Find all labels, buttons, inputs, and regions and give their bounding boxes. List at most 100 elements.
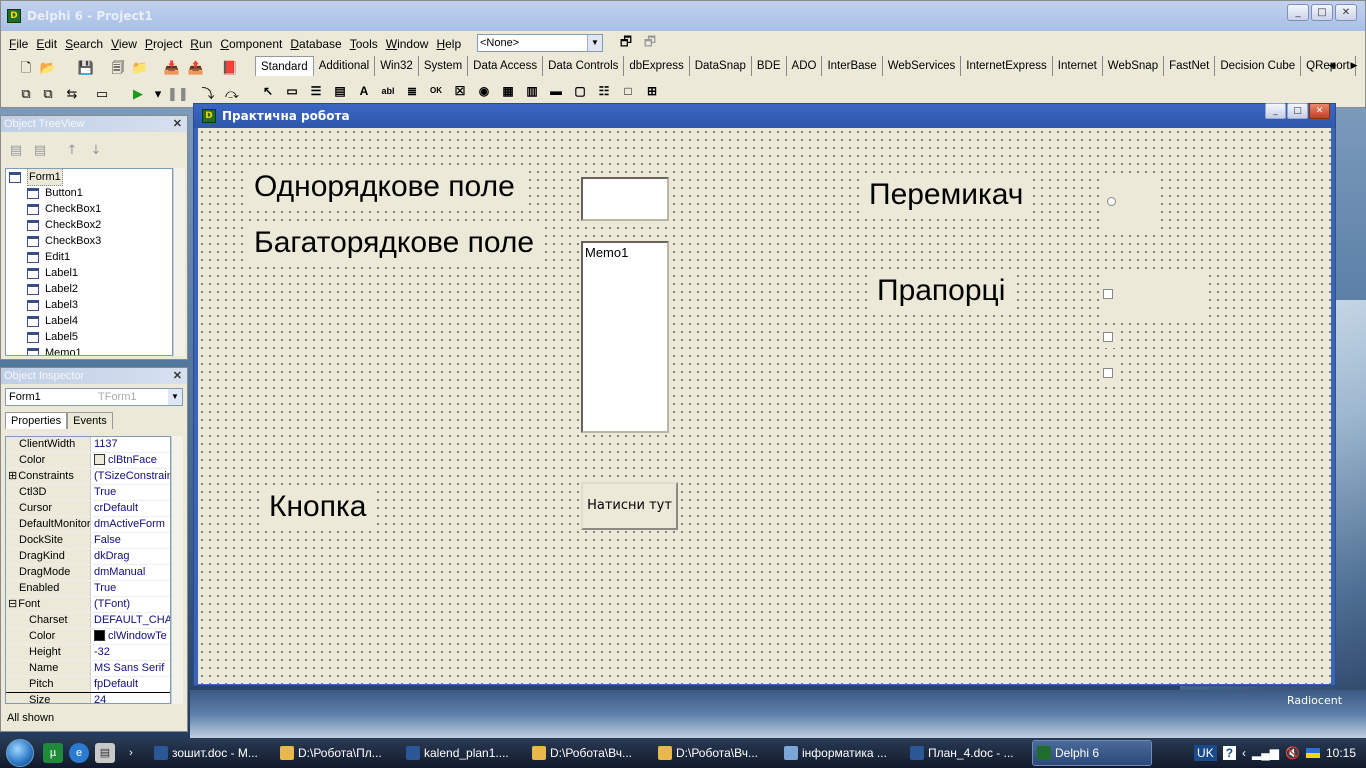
property-value[interactable]: (TSizeConstrain bbox=[91, 469, 170, 484]
property-value[interactable]: crDefault bbox=[91, 501, 170, 516]
palette-tab-webservices[interactable]: WebServices bbox=[883, 56, 962, 76]
open-project-icon[interactable]: 📁 bbox=[131, 60, 149, 78]
taskbar-item[interactable]: План_4.doc - ... bbox=[906, 740, 1030, 766]
property-value[interactable]: True bbox=[91, 581, 170, 596]
volume-muted-icon[interactable]: 🔇 bbox=[1285, 746, 1300, 760]
palette-tab-data-access[interactable]: Data Access bbox=[468, 56, 544, 76]
form-minimize-button[interactable]: _ bbox=[1265, 103, 1286, 119]
property-value[interactable]: DEFAULT_CHA bbox=[91, 613, 170, 628]
palette-tab-internetexpress[interactable]: InternetExpress bbox=[961, 56, 1053, 76]
palette-tab-ado[interactable]: ADO bbox=[787, 56, 823, 76]
checkbox-3[interactable] bbox=[1101, 362, 1121, 384]
menu-component[interactable]: Component bbox=[216, 37, 286, 51]
taskbar-item[interactable]: D:\Робота\Вч... bbox=[528, 740, 652, 766]
label-flags[interactable]: Прапорці bbox=[869, 272, 1014, 310]
palette-tab-websnap[interactable]: WebSnap bbox=[1103, 56, 1165, 76]
pause-icon[interactable]: ❚❚ bbox=[167, 86, 189, 104]
palette-scroll-left-icon[interactable]: ◀ bbox=[1323, 57, 1341, 75]
label-single-line[interactable]: Однорядкове поле bbox=[246, 168, 523, 206]
checkbox-2[interactable] bbox=[1101, 326, 1121, 348]
taskbar-item[interactable]: інформатика ... bbox=[780, 740, 904, 766]
property-value[interactable]: clBtnFace bbox=[91, 453, 170, 468]
save-all-icon[interactable]: 🗐 bbox=[109, 60, 127, 78]
property-row[interactable]: Cursor crDefault bbox=[6, 501, 170, 517]
open-icon[interactable]: 📂 bbox=[39, 60, 57, 78]
menu-search[interactable]: Search bbox=[61, 37, 107, 51]
groupbox-component-icon[interactable]: ▢ bbox=[571, 82, 589, 100]
chevron-down-icon[interactable]: ▼ bbox=[168, 389, 182, 405]
palette-tab-additional[interactable]: Additional bbox=[314, 56, 376, 76]
property-row[interactable]: Pitch fpDefault bbox=[6, 677, 170, 693]
property-value[interactable]: 24 bbox=[91, 693, 170, 703]
panel-component-icon[interactable]: □ bbox=[619, 82, 637, 100]
property-value[interactable]: dmManual bbox=[91, 565, 170, 580]
palette-tab-decision-cube[interactable]: Decision Cube bbox=[1215, 56, 1302, 76]
property-row[interactable]: Charset DEFAULT_CHA bbox=[6, 613, 170, 629]
checkbox-1[interactable] bbox=[1101, 269, 1203, 319]
property-row[interactable]: Name MS Sans Serif bbox=[6, 661, 170, 677]
toggle-form-unit-icon[interactable]: ⇆ bbox=[63, 86, 81, 104]
taskbar-item[interactable]: Delphi 6 bbox=[1032, 740, 1152, 766]
new-item-icon[interactable]: ▤ bbox=[7, 142, 25, 160]
property-value[interactable]: True bbox=[91, 485, 170, 500]
property-value[interactable]: dkDrag bbox=[91, 549, 170, 564]
language-indicator[interactable]: UK bbox=[1194, 745, 1217, 761]
property-row[interactable]: Size 24 bbox=[6, 692, 170, 703]
combobox-component-icon[interactable]: ▥ bbox=[523, 82, 541, 100]
edit-field[interactable] bbox=[581, 177, 669, 221]
run-dropdown-icon[interactable]: ▾ bbox=[149, 86, 167, 104]
property-row[interactable]: DragKind dkDrag bbox=[6, 549, 170, 565]
property-row[interactable]: Enabled True bbox=[6, 581, 170, 597]
browser-icon[interactable]: e bbox=[69, 743, 89, 763]
desktop-layout-combo[interactable]: <None> ▼ bbox=[477, 34, 603, 52]
debug-desktop-icon[interactable]: 🗗 bbox=[641, 34, 659, 52]
menu-tools[interactable]: Tools bbox=[346, 37, 382, 51]
tab-properties[interactable]: Properties bbox=[5, 412, 68, 429]
close-icon[interactable]: ✕ bbox=[173, 368, 182, 384]
tree-item[interactable]: Label3 bbox=[6, 297, 172, 313]
menu-view[interactable]: View bbox=[107, 37, 141, 51]
property-value[interactable]: fpDefault bbox=[91, 677, 170, 692]
taskbar-item[interactable]: kalend_plan1.... bbox=[402, 740, 526, 766]
tree-item[interactable]: Form1 bbox=[6, 169, 172, 186]
form-client-area[interactable]: Однорядкове поле Багаторядкове поле Пере… bbox=[198, 128, 1331, 684]
memo-component-icon[interactable]: ≣ bbox=[403, 82, 421, 100]
button-component-icon[interactable]: OK bbox=[427, 82, 445, 100]
form-close-button[interactable]: ✕ bbox=[1309, 103, 1330, 119]
tree-item[interactable]: CheckBox1 bbox=[6, 201, 172, 217]
property-row[interactable]: DragMode dmManual bbox=[6, 565, 170, 581]
menu-edit[interactable]: Edit bbox=[32, 37, 61, 51]
collapse-icon[interactable]: ⊟ bbox=[8, 598, 17, 610]
close-button[interactable]: ✕ bbox=[1335, 4, 1357, 21]
property-grid[interactable]: ClientWidth 1137 Color clBtnFace ⊞Constraint… bbox=[5, 436, 171, 704]
frames-icon[interactable]: ▭ bbox=[283, 82, 301, 100]
label-button[interactable]: Кнопка bbox=[261, 488, 375, 526]
arrow-up-icon[interactable]: ↑ bbox=[63, 142, 81, 160]
memo-field[interactable]: Memo1 bbox=[581, 241, 669, 433]
form-titlebar[interactable]: D Практична робота bbox=[194, 104, 1335, 128]
property-row[interactable]: DockSite False bbox=[6, 533, 170, 549]
popupmenu-icon[interactable]: ▤ bbox=[331, 82, 349, 100]
palette-tab-fastnet[interactable]: FastNet bbox=[1164, 56, 1216, 76]
chevron-down-icon[interactable]: ▼ bbox=[587, 35, 602, 51]
help-icon[interactable]: ? bbox=[1222, 746, 1237, 760]
property-row[interactable]: ⊟Font (TFont) bbox=[6, 597, 170, 613]
taskbar-item[interactable]: зошит.doc - M... bbox=[150, 740, 274, 766]
checkbox-component-icon[interactable]: ☒ bbox=[451, 82, 469, 100]
view-unit-icon[interactable]: ⧉ bbox=[17, 86, 35, 104]
menu-database[interactable]: Database bbox=[286, 37, 345, 51]
label-component-icon[interactable]: A bbox=[355, 82, 373, 100]
palette-scroll-right-icon[interactable]: ▶ bbox=[1345, 57, 1363, 75]
tree-item[interactable]: Label5 bbox=[6, 329, 172, 345]
property-row[interactable]: Ctl3D True bbox=[6, 485, 170, 501]
save-icon[interactable]: 💾 bbox=[77, 60, 95, 78]
run-icon[interactable]: ▶ bbox=[129, 86, 147, 104]
menu-file[interactable]: File bbox=[5, 37, 32, 51]
object-selector[interactable]: Form1 TForm1 ▼ bbox=[5, 388, 183, 406]
property-value[interactable]: clWindowTe bbox=[91, 629, 170, 644]
object-inspector-title[interactable]: Object Inspector ✕ bbox=[1, 368, 187, 384]
label-multi-line[interactable]: Багаторядкове поле bbox=[246, 224, 543, 262]
menu-help[interactable]: Help bbox=[432, 37, 465, 51]
object-tree[interactable]: Form1 Button1 CheckBox1 CheckBox2 CheckBox3 E… bbox=[5, 168, 173, 356]
network-signal-icon[interactable]: ▂▄▆ bbox=[1252, 746, 1279, 760]
